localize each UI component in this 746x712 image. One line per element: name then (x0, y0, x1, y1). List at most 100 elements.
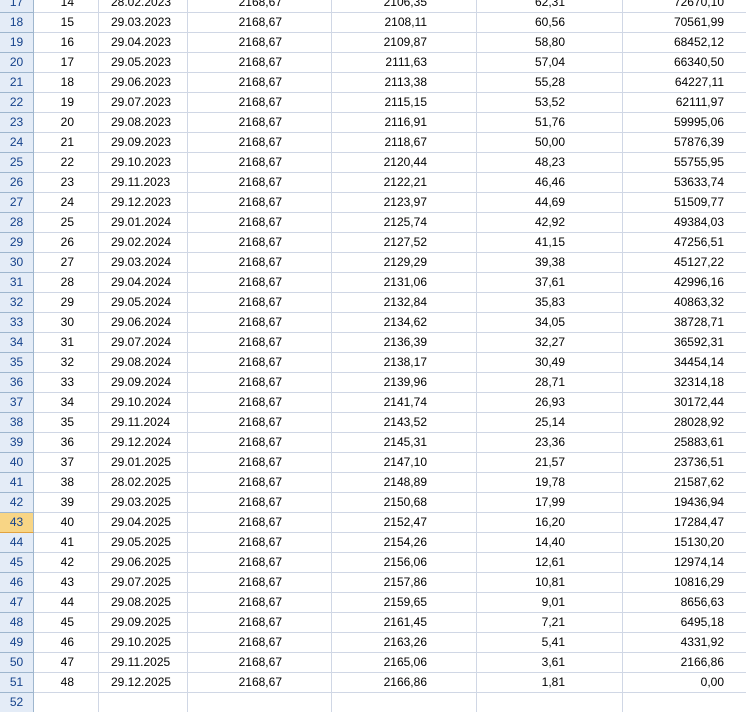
row-header[interactable]: 29 (0, 233, 34, 253)
cell-number[interactable]: 31 (34, 333, 99, 353)
cell-principal[interactable]: 2123,97 (332, 193, 477, 213)
cell-principal[interactable]: 2141,74 (332, 393, 477, 413)
cell-principal[interactable]: 2127,52 (332, 233, 477, 253)
cell-date[interactable]: 29.01.2025 (99, 453, 188, 473)
cell-payment[interactable]: 2168,67 (188, 33, 332, 53)
row-header[interactable]: 49 (0, 633, 34, 653)
cell-principal[interactable]: 2111,63 (332, 53, 477, 73)
cell-principal[interactable]: 2161,45 (332, 613, 477, 633)
cell-date[interactable]: 29.12.2024 (99, 433, 188, 453)
cell-payment[interactable]: 2168,67 (188, 553, 332, 573)
cell-number[interactable]: 48 (34, 673, 99, 693)
cell-payment[interactable]: 2168,67 (188, 153, 332, 173)
cell-payment[interactable]: 2168,67 (188, 573, 332, 593)
cell-principal[interactable]: 2147,10 (332, 453, 477, 473)
cell-payment[interactable]: 2168,67 (188, 233, 332, 253)
cell-balance[interactable]: 19436,94 (623, 493, 746, 513)
cell-balance[interactable] (623, 693, 746, 712)
cell-number[interactable]: 33 (34, 373, 99, 393)
row-header[interactable]: 21 (0, 73, 34, 93)
cell-balance[interactable]: 59995,06 (623, 113, 746, 133)
cell-date[interactable]: 29.06.2025 (99, 553, 188, 573)
cell-number[interactable]: 29 (34, 293, 99, 313)
row-header[interactable]: 25 (0, 153, 34, 173)
cell-balance[interactable]: 15130,20 (623, 533, 746, 553)
cell-payment[interactable] (188, 693, 332, 712)
cell-payment[interactable]: 2168,67 (188, 93, 332, 113)
cell-payment[interactable]: 2168,67 (188, 333, 332, 353)
cell-payment[interactable]: 2168,67 (188, 653, 332, 673)
row-header[interactable]: 22 (0, 93, 34, 113)
cell-interest[interactable]: 44,69 (477, 193, 623, 213)
cell-date[interactable]: 29.11.2023 (99, 173, 188, 193)
cell-interest[interactable]: 26,93 (477, 393, 623, 413)
cell-principal[interactable]: 2116,91 (332, 113, 477, 133)
cell-principal[interactable]: 2132,84 (332, 293, 477, 313)
cell-payment[interactable]: 2168,67 (188, 633, 332, 653)
cell-balance[interactable]: 12974,14 (623, 553, 746, 573)
cell-principal[interactable]: 2156,06 (332, 553, 477, 573)
cell-balance[interactable]: 21587,62 (623, 473, 746, 493)
cell-number[interactable]: 47 (34, 653, 99, 673)
cell-principal[interactable]: 2145,31 (332, 433, 477, 453)
row-header[interactable]: 17 (0, 0, 34, 13)
cell-payment[interactable]: 2168,67 (188, 353, 332, 373)
cell-number[interactable]: 18 (34, 73, 99, 93)
cell-date[interactable]: 29.07.2024 (99, 333, 188, 353)
cell-payment[interactable]: 2168,67 (188, 53, 332, 73)
cell-principal[interactable]: 2157,86 (332, 573, 477, 593)
cell-number[interactable]: 20 (34, 113, 99, 133)
cell-interest[interactable]: 60,56 (477, 13, 623, 33)
row-header[interactable]: 30 (0, 253, 34, 273)
cell-interest[interactable]: 9,01 (477, 593, 623, 613)
cell-principal[interactable]: 2120,44 (332, 153, 477, 173)
cell-balance[interactable]: 2166,86 (623, 653, 746, 673)
cell-principal[interactable]: 2166,86 (332, 673, 477, 693)
cell-payment[interactable]: 2168,67 (188, 173, 332, 193)
cell-balance[interactable]: 6495,18 (623, 613, 746, 633)
cell-date[interactable]: 29.08.2025 (99, 593, 188, 613)
cell-payment[interactable]: 2168,67 (188, 273, 332, 293)
cell-balance[interactable]: 8656,63 (623, 593, 746, 613)
cell-payment[interactable]: 2168,67 (188, 293, 332, 313)
cell-balance[interactable]: 45127,22 (623, 253, 746, 273)
cell-number[interactable]: 15 (34, 13, 99, 33)
cell-date[interactable]: 29.05.2025 (99, 533, 188, 553)
cell-interest[interactable]: 3,61 (477, 653, 623, 673)
cell-date[interactable]: 29.09.2025 (99, 613, 188, 633)
cell-interest[interactable]: 21,57 (477, 453, 623, 473)
cell-interest[interactable]: 57,04 (477, 53, 623, 73)
cell-balance[interactable]: 66340,50 (623, 53, 746, 73)
cell-principal[interactable]: 2150,68 (332, 493, 477, 513)
cell-principal[interactable]: 2143,52 (332, 413, 477, 433)
cell-interest[interactable]: 19,78 (477, 473, 623, 493)
cell-number[interactable]: 41 (34, 533, 99, 553)
cell-number[interactable]: 42 (34, 553, 99, 573)
cell-balance[interactable]: 40863,32 (623, 293, 746, 313)
cell-number[interactable]: 26 (34, 233, 99, 253)
cell-interest[interactable]: 48,23 (477, 153, 623, 173)
cell-date[interactable] (99, 693, 188, 712)
cell-balance[interactable]: 57876,39 (623, 133, 746, 153)
cell-date[interactable]: 29.01.2024 (99, 213, 188, 233)
cell-interest[interactable]: 14,40 (477, 533, 623, 553)
cell-number[interactable]: 24 (34, 193, 99, 213)
cell-payment[interactable]: 2168,67 (188, 133, 332, 153)
row-header[interactable]: 24 (0, 133, 34, 153)
cell-balance[interactable]: 70561,99 (623, 13, 746, 33)
cell-date[interactable]: 29.06.2023 (99, 73, 188, 93)
cell-payment[interactable]: 2168,67 (188, 593, 332, 613)
row-header[interactable]: 37 (0, 393, 34, 413)
cell-balance[interactable]: 42996,16 (623, 273, 746, 293)
cell-date[interactable]: 29.04.2025 (99, 513, 188, 533)
cell-balance[interactable]: 68452,12 (623, 33, 746, 53)
cell-date[interactable]: 28.02.2025 (99, 473, 188, 493)
cell-interest[interactable]: 28,71 (477, 373, 623, 393)
cell-principal[interactable]: 2159,65 (332, 593, 477, 613)
cell-balance[interactable]: 53633,74 (623, 173, 746, 193)
cell-date[interactable]: 29.11.2024 (99, 413, 188, 433)
cell-interest[interactable]: 53,52 (477, 93, 623, 113)
cell-principal[interactable]: 2122,21 (332, 173, 477, 193)
cell-interest[interactable]: 25,14 (477, 413, 623, 433)
cell-interest[interactable]: 32,27 (477, 333, 623, 353)
